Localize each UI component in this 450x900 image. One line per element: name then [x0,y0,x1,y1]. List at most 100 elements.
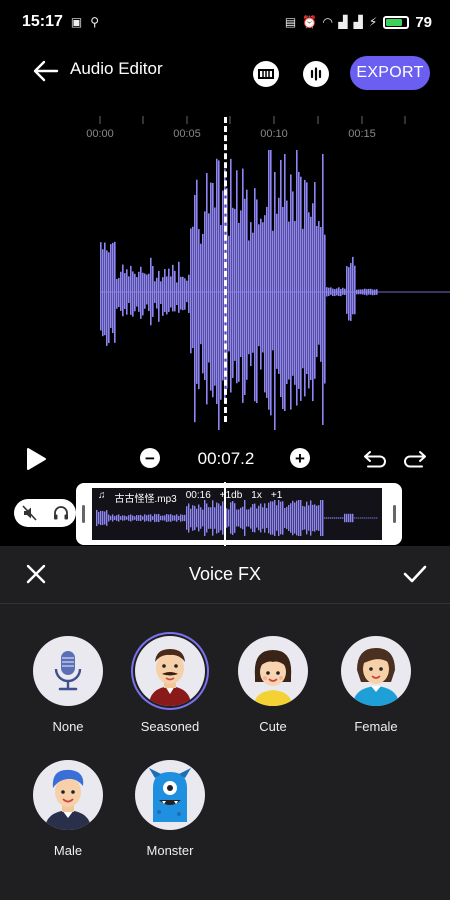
fx-option-male[interactable]: Male [26,760,110,858]
waveform-bar [372,289,374,296]
waveform-bar [292,191,294,376]
mini-waveform-bar [208,507,210,529]
mini-waveform-bar [372,517,374,519]
waveform-bar [234,208,236,361]
waveform-bar [128,276,130,304]
fx-option-cute[interactable]: Cute [231,636,315,734]
fx-circle[interactable] [341,636,411,706]
waveform-bar [122,264,124,317]
mini-waveform-bar [204,500,206,536]
waveform-bar [100,242,102,331]
fx-circle[interactable] [238,636,308,706]
waveform-bar [364,288,366,295]
mini-waveform-bar [306,501,308,535]
mini-waveform-bar [250,507,252,529]
waveform-bar [192,226,194,349]
undo-icon[interactable] [362,448,388,470]
waveform-bar [286,200,288,384]
fx-option-monster[interactable]: Monster [128,760,212,858]
mini-waveform-bar [300,500,302,536]
mini-waveform-bar [330,517,332,519]
waveform-bar [316,225,318,358]
clip-waveform[interactable]: ♫ 古古怪怪.mp3 00:16 +1db 1x +1 [92,486,382,542]
fx-circle[interactable] [33,636,103,706]
fx-option-seasoned[interactable]: Seasoned [128,636,212,734]
waveform-bar [114,241,116,343]
waveform-bars [100,150,378,430]
confirm-check-icon[interactable] [402,562,428,586]
waveform-bar [236,170,238,384]
mini-waveform-bar [104,511,106,525]
mini-waveform-bar [320,500,322,536]
zoom-out-button[interactable]: − [140,448,160,468]
mini-waveform-bar [266,507,268,529]
mini-waveform-bar [270,501,272,535]
panel-title: Voice FX [188,564,262,584]
mini-waveform-bar [350,513,352,523]
waveform-bar [202,233,204,374]
mini-waveform-bar [368,517,370,519]
waveform-bar [166,276,168,315]
mini-waveform-bar [348,513,350,523]
mini-waveform-bar [100,510,102,526]
waveform-bar [108,252,110,344]
mini-waveform-bar [284,508,286,528]
mini-waveform-bar [112,514,114,522]
waveform-bar [350,263,352,321]
fx-circle[interactable] [135,636,205,706]
film-strip-icon [258,69,274,79]
waveform-bar [174,270,176,312]
play-icon[interactable] [24,446,48,472]
waveform-bar [332,288,334,297]
waveform-bar [248,240,250,355]
waveform-bar [310,216,312,381]
zoom-in-button[interactable]: + [290,448,310,468]
alarm-icon: ⏰ [302,15,318,29]
status-bar: 15:17 ▣ ⚲ ▤ ⏰ ◠ ▟ ▟ ⚡ 79 [0,0,450,44]
battery-fill [386,18,403,26]
mini-waveform-bar [254,503,256,533]
export-button[interactable]: EXPORT [350,56,430,90]
fx-option-none[interactable]: None [26,636,110,734]
waveform-bar [130,265,132,315]
mini-waveform-bar [210,507,212,529]
mini-waveform-bar [290,503,292,533]
ruler-label: 00:10 [260,128,288,140]
trim-button[interactable] [253,61,279,87]
clip-pitch: +1 [270,490,283,501]
clip-right-handle[interactable] [393,505,396,523]
mini-waveform-bar [196,508,198,528]
mini-waveform-bar [114,516,116,520]
mini-waveform-bar [340,517,342,519]
mini-waveform-bar [232,501,234,535]
mini-waveform-bar [268,502,270,534]
waveform-bar [126,269,128,315]
waveform-bar [338,287,340,296]
waveform-button[interactable] [303,61,329,87]
mini-waveform-bar [316,505,318,531]
waveform-bar [220,225,222,400]
mini-waveform-bar [216,502,218,534]
mini-waveform-bar [238,509,240,527]
clip-duration: 00:16 [185,490,211,501]
playhead[interactable] [224,117,227,422]
fx-label: Cute [259,719,287,734]
clip-left-handle[interactable] [82,505,85,523]
fx-circle[interactable] [33,760,103,830]
waveform-bar [352,256,354,315]
mini-waveform-bar [164,515,166,521]
redo-icon[interactable] [402,448,428,470]
mini-waveform-bar [312,504,314,532]
waveform-bar [196,179,198,384]
back-arrow-icon[interactable] [30,56,60,86]
fx-option-female[interactable]: Female [334,636,418,734]
fx-circle[interactable] [135,760,205,830]
mini-waveform-bar [252,504,254,532]
waveform-bar [336,288,338,296]
waveform-bar [198,229,200,390]
mute-icon[interactable] [21,504,39,522]
waveform-bar [272,230,274,351]
waveform-bar [104,242,106,336]
headphones-icon[interactable] [52,504,70,522]
mini-waveform-bar [206,503,208,533]
